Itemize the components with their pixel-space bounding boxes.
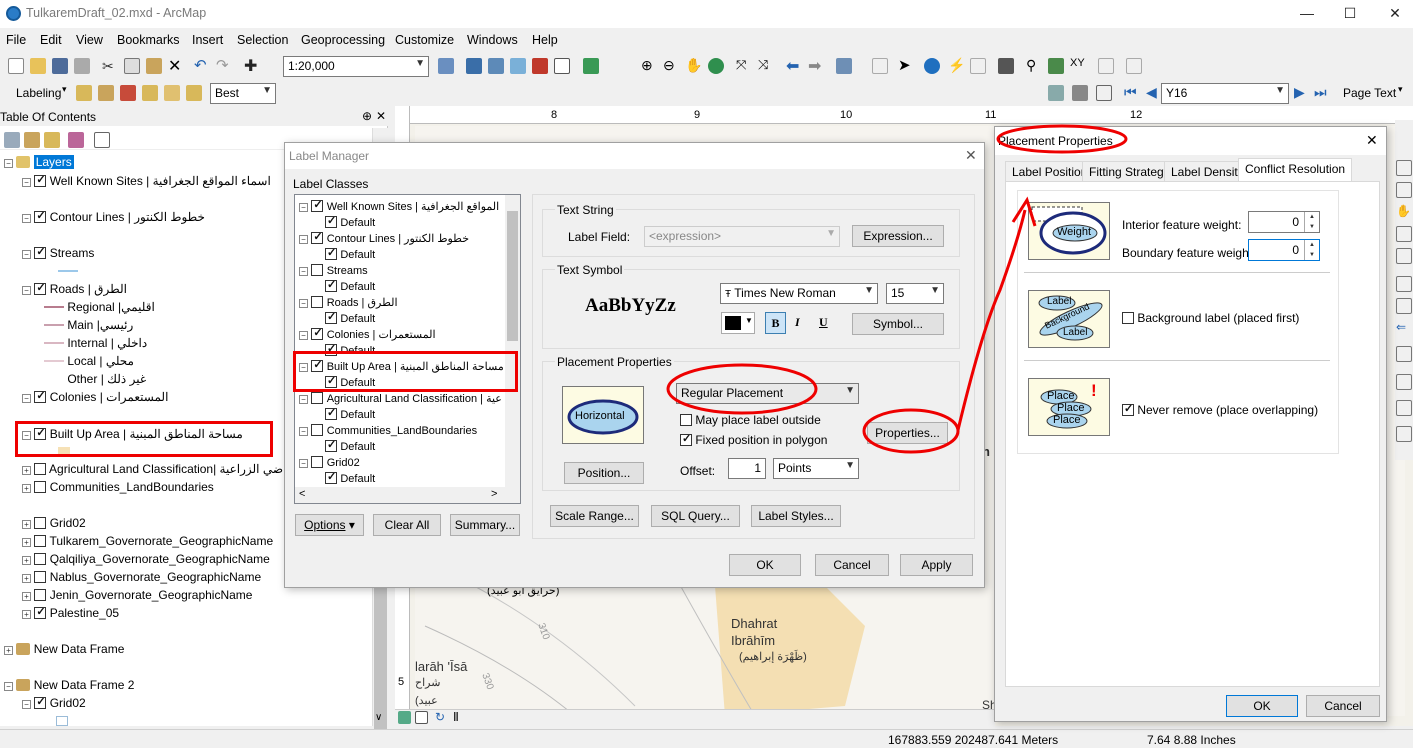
annotation-overlay [666,124,1128,454]
annotation-arrow-line [956,209,1027,431]
annotation-circle-properties [862,408,960,454]
annotation-circle-regular [666,363,818,415]
annotation-circle-title [996,124,1128,154]
